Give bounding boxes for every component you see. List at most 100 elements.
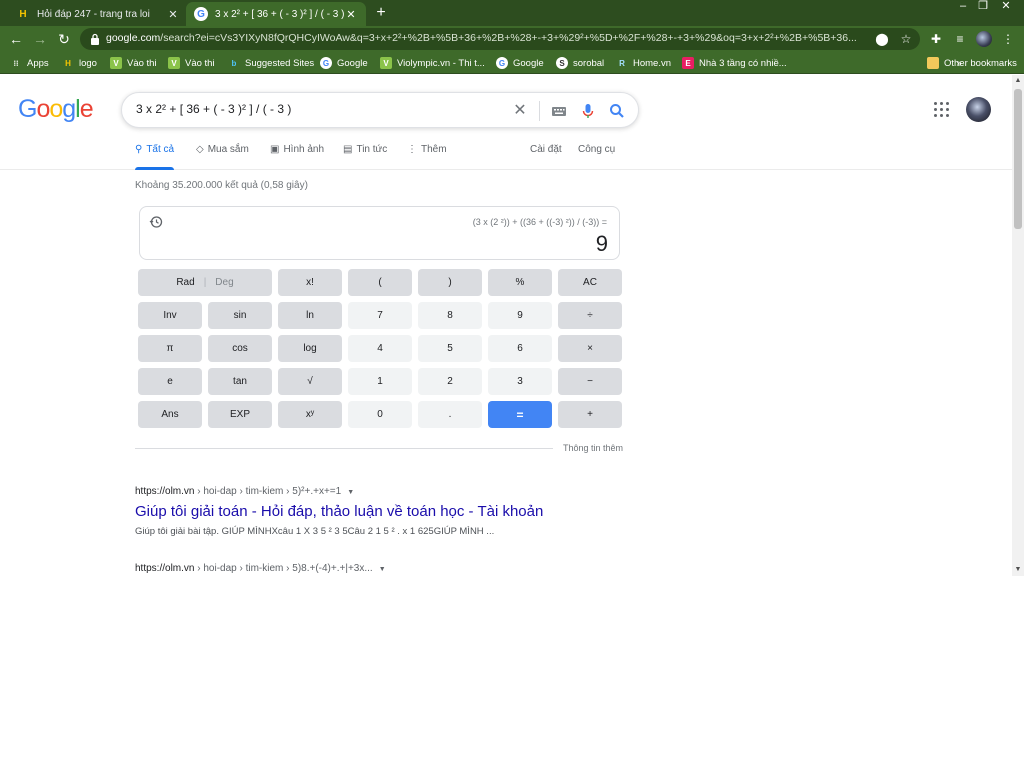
calc-key-1[interactable]: 1 bbox=[348, 368, 412, 395]
bookmark-item[interactable]: b Suggested Sites bbox=[228, 55, 315, 71]
star-bookmark-icon[interactable]: ☆ bbox=[898, 31, 914, 47]
scroll-up-arrow-icon[interactable]: ▲ bbox=[1012, 75, 1024, 87]
back-arrow-icon[interactable]: ← bbox=[6, 29, 26, 49]
calc-key-log[interactable]: log bbox=[278, 335, 342, 362]
search-box[interactable]: 3 x 2² + [ 36 + ( - 3 )² ] / ( - 3 ) ✕ bbox=[121, 92, 639, 128]
search-icon[interactable] bbox=[608, 102, 626, 120]
tab-news[interactable]: ▤ Tin tức bbox=[343, 144, 387, 170]
calc-key-equals[interactable]: = bbox=[488, 401, 552, 428]
bookmark-item[interactable]: R Home.vn bbox=[616, 55, 671, 71]
history-icon[interactable] bbox=[149, 215, 163, 229]
menu-kebab-icon[interactable]: ⋮ bbox=[998, 29, 1018, 49]
calc-key-exp[interactable]: EXP bbox=[208, 401, 272, 428]
page-scrollbar[interactable]: ▲ ▼ bbox=[1012, 75, 1024, 576]
tab-shopping[interactable]: ◇ Mua sắm bbox=[196, 144, 249, 170]
bookmark-favicon-icon: V bbox=[380, 57, 392, 69]
calc-key-5[interactable]: 5 bbox=[418, 335, 482, 362]
url-host: google.com bbox=[106, 32, 161, 44]
media-queue-icon[interactable]: ≡ bbox=[950, 29, 970, 49]
scroll-down-arrow-icon[interactable]: ▼ bbox=[1012, 564, 1024, 576]
clear-search-icon[interactable]: ✕ bbox=[511, 102, 529, 120]
calc-key-0[interactable]: 0 bbox=[348, 401, 412, 428]
bookmark-item[interactable]: V Vào thi bbox=[168, 55, 215, 71]
extensions-puzzle-icon[interactable]: ✚ bbox=[926, 29, 946, 49]
bookmark-item[interactable]: Ssorobal bbox=[556, 55, 604, 71]
deg-label[interactable]: Deg bbox=[215, 277, 233, 288]
tools-link[interactable]: Công cụ bbox=[578, 144, 615, 170]
calc-key-decimal[interactable]: . bbox=[418, 401, 482, 428]
browser-tab-hoidap[interactable]: H Hỏi đáp 247 - trang tra loi ✕ bbox=[8, 2, 188, 26]
calc-key-2[interactable]: 2 bbox=[418, 368, 482, 395]
calc-key-close-paren[interactable]: ) bbox=[418, 269, 482, 296]
google-apps-grid-icon[interactable] bbox=[934, 102, 950, 118]
calc-key-ac[interactable]: AC bbox=[558, 269, 622, 296]
new-tab-button[interactable]: + bbox=[372, 4, 390, 22]
calc-key-3[interactable]: 3 bbox=[488, 368, 552, 395]
calc-key-divide[interactable]: ÷ bbox=[558, 302, 622, 329]
calc-key-ln[interactable]: ln bbox=[278, 302, 342, 329]
calc-key-factorial[interactable]: x! bbox=[278, 269, 342, 296]
google-logo[interactable]: Google bbox=[18, 95, 94, 124]
address-bar[interactable]: google.com/search?ei=cVs3YIXyN8fQrQHCyIW… bbox=[80, 28, 920, 50]
bookmark-item[interactable]: V Vào thi bbox=[110, 55, 157, 71]
calc-key-open-paren[interactable]: ( bbox=[348, 269, 412, 296]
calc-key-pi[interactable]: π bbox=[138, 335, 202, 362]
calc-key-9[interactable]: 9 bbox=[488, 302, 552, 329]
scrollbar-thumb[interactable] bbox=[1014, 89, 1022, 229]
bookmark-favicon-icon: R bbox=[619, 58, 625, 68]
bookmark-item[interactable]: ⁝⁝ Apps bbox=[10, 55, 48, 71]
search-icon: ⚲ bbox=[135, 144, 143, 155]
calc-key-tan[interactable]: tan bbox=[208, 368, 272, 395]
tab-images[interactable]: ▣ Hình ảnh bbox=[270, 144, 324, 170]
calc-key-percent[interactable]: % bbox=[488, 269, 552, 296]
bookmark-label: Violympic.vn - Thi t... bbox=[397, 57, 485, 69]
keyboard-icon[interactable] bbox=[550, 102, 568, 120]
tab-all[interactable]: ⚲ Tất cả bbox=[135, 144, 175, 170]
calc-key-multiply[interactable]: × bbox=[558, 335, 622, 362]
calc-key-6[interactable]: 6 bbox=[488, 335, 552, 362]
result-menu-caret-icon[interactable]: ▼ bbox=[379, 566, 386, 573]
calc-key-cos[interactable]: cos bbox=[208, 335, 272, 362]
restore-button[interactable]: ❐ bbox=[973, 0, 993, 14]
calc-key-4[interactable]: 4 bbox=[348, 335, 412, 362]
reload-icon[interactable]: ↻ bbox=[54, 29, 74, 49]
location-pin-icon[interactable]: ⬤ bbox=[874, 31, 890, 47]
calc-key-power[interactable]: xʸ bbox=[278, 401, 342, 428]
bookmark-item[interactable]: G Google bbox=[496, 55, 544, 71]
microphone-icon[interactable] bbox=[579, 102, 597, 120]
close-tab-icon[interactable]: ✕ bbox=[344, 8, 358, 21]
browser-tab-google-search[interactable]: G 3 x 2² + [ 36 + ( - 3 )² ] / ( - 3 ) -… bbox=[186, 2, 366, 26]
calc-key-e[interactable]: e bbox=[138, 368, 202, 395]
calc-key-sin[interactable]: sin bbox=[208, 302, 272, 329]
result-url[interactable]: https://olm.vn › hoi-dap › tim-kiem › 5)… bbox=[135, 486, 354, 497]
bookmark-item[interactable]: G Google bbox=[320, 55, 368, 71]
rad-deg-toggle[interactable]: Rad | Deg bbox=[138, 269, 272, 296]
minimize-button[interactable]: – bbox=[953, 0, 973, 14]
search-query-text[interactable]: 3 x 2² + [ 36 + ( - 3 )² ] / ( - 3 ) bbox=[136, 102, 291, 116]
rad-label[interactable]: Rad bbox=[176, 277, 194, 288]
calc-key-ans[interactable]: Ans bbox=[138, 401, 202, 428]
bookmark-item[interactable]: V Violympic.vn - Thi t... bbox=[380, 55, 485, 71]
bookmark-item[interactable]: E Nhà 3 tầng có nhiề... bbox=[682, 55, 787, 71]
calc-key-8[interactable]: 8 bbox=[418, 302, 482, 329]
tab-more[interactable]: ⋮ Thêm bbox=[407, 144, 447, 170]
calc-key-subtract[interactable]: − bbox=[558, 368, 622, 395]
forward-arrow-icon[interactable]: → bbox=[30, 29, 50, 49]
other-bookmarks-folder[interactable]: Other bookmarks bbox=[927, 55, 1017, 71]
calculator-expression: (3 x (2 ²)) + ((36 + ((-3) ²)) / (-3)) = bbox=[472, 217, 607, 227]
result-title-link[interactable]: Giúp tôi giải toán - Hỏi đáp, thảo luận … bbox=[135, 503, 543, 520]
close-tab-icon[interactable]: ✕ bbox=[166, 8, 180, 21]
calc-key-7[interactable]: 7 bbox=[348, 302, 412, 329]
more-info-link[interactable]: Thông tin thêm bbox=[563, 443, 623, 453]
window-close-button[interactable]: ✕ bbox=[996, 0, 1016, 14]
calc-key-add[interactable]: + bbox=[558, 401, 622, 428]
calc-key-sqrt[interactable]: √ bbox=[278, 368, 342, 395]
url-text[interactable]: google.com/search?ei=cVs3YIXyN8fQrQHCyIW… bbox=[106, 32, 861, 44]
bookmark-item[interactable]: Hlogo bbox=[62, 55, 97, 71]
profile-avatar-icon[interactable] bbox=[976, 31, 992, 47]
account-avatar[interactable] bbox=[966, 97, 991, 122]
calc-key-inv[interactable]: Inv bbox=[138, 302, 202, 329]
result-url[interactable]: https://olm.vn › hoi-dap › tim-kiem › 5)… bbox=[135, 563, 386, 574]
result-menu-caret-icon[interactable]: ▼ bbox=[347, 489, 354, 496]
settings-link[interactable]: Cài đặt bbox=[530, 144, 562, 170]
